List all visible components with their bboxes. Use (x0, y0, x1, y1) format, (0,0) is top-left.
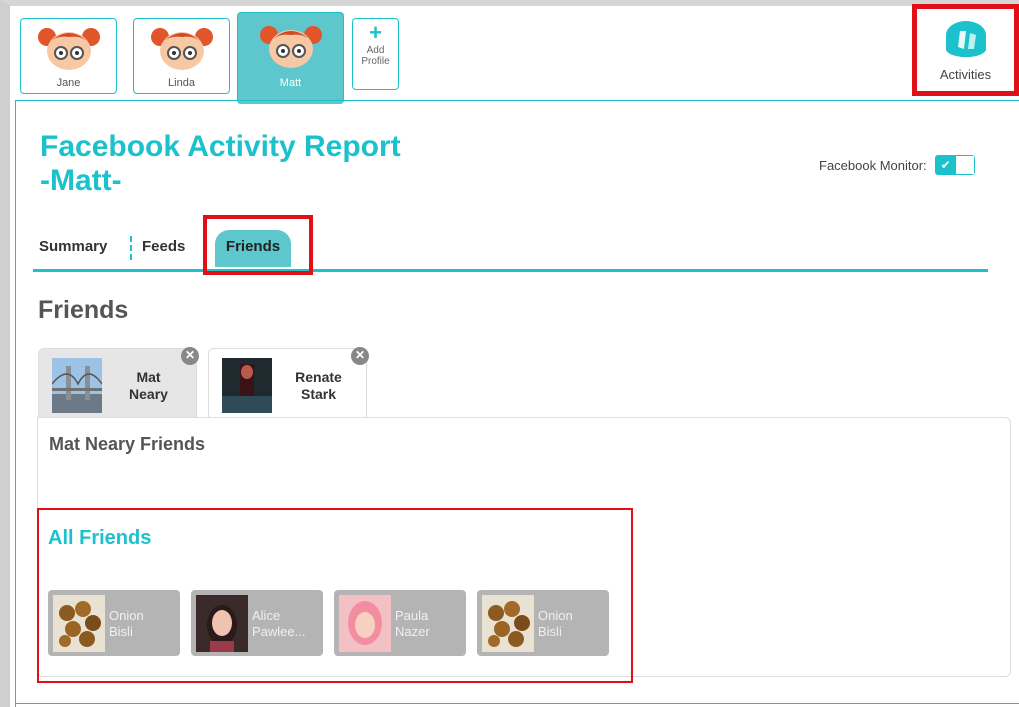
close-icon[interactable]: ✕ (181, 347, 199, 365)
tab-summary[interactable]: Summary (39, 238, 107, 255)
person-first-name: Mat (136, 369, 161, 385)
facebook-monitor-label: Facebook Monitor: (819, 157, 927, 173)
person-name: Renate Stark (279, 369, 358, 403)
child-avatar-icon (37, 28, 100, 70)
tab-divider (130, 236, 132, 260)
person-tab-renate-stark[interactable]: Renate Stark ✕ (208, 347, 369, 418)
toggle-track (955, 156, 974, 174)
child-avatar-icon (150, 28, 213, 70)
profile-tab-jane[interactable]: Jane (20, 18, 117, 94)
child-avatar-icon (259, 26, 322, 68)
friend-card[interactable]: Onion Bisli (48, 590, 180, 656)
add-profile-button[interactable]: + Add Profile (352, 18, 399, 90)
person-first-name: Renate (295, 369, 342, 385)
facebook-monitor: Facebook Monitor: ✔ (819, 155, 975, 175)
facebook-monitor-toggle[interactable]: ✔ (934, 155, 975, 175)
friend-name: Onion Bisli (109, 608, 175, 640)
friends-tab-highlight (203, 215, 313, 275)
check-icon: ✔ (935, 156, 956, 174)
food-photo (482, 595, 534, 652)
friend-card[interactable]: Alice Pawlee... (191, 590, 323, 656)
page-title-line-1: Facebook Activity Report (40, 130, 401, 163)
add-profile-label-1: Add (366, 45, 385, 56)
activities-label: Activities (939, 67, 992, 82)
profile-tab-matt[interactable]: Matt (237, 12, 344, 104)
bridge-photo (52, 358, 102, 413)
page-title-line-2: -Matt- (40, 164, 122, 197)
person-tab-mat-neary[interactable]: Mat Neary ✕ (38, 347, 199, 418)
food-photo (53, 595, 105, 652)
person-photo (196, 595, 248, 652)
person-photo (339, 595, 391, 652)
bottom-border (15, 703, 1019, 704)
person-name: Mat Neary (109, 369, 188, 403)
page-title: Facebook Activity Report -Matt- (40, 130, 401, 198)
activities-button[interactable]: Activities (912, 4, 1019, 96)
profile-name: Matt (279, 77, 302, 89)
report-tabs: Summary Feeds Friends (33, 222, 988, 272)
plus-icon: + (369, 20, 382, 45)
friend-last-name: Bisli (538, 624, 562, 639)
profile-bar: Jane Linda Matt + Add Profile (10, 10, 1019, 104)
friend-first-name: Onion (538, 608, 573, 623)
panel-title: Mat Neary Friends (49, 434, 206, 454)
profile-name: Linda (168, 77, 195, 89)
friend-first-name: Paula (395, 608, 429, 623)
person-last-name: Neary (129, 386, 168, 402)
person-last-name: Stark (300, 386, 337, 402)
friend-first-name: Alice (252, 608, 281, 623)
friend-card[interactable]: Paula Nazer (334, 590, 466, 656)
friend-first-name: Onion (109, 608, 144, 623)
add-profile-label-2: Profile (361, 56, 390, 67)
close-icon[interactable]: ✕ (351, 347, 369, 365)
friend-card[interactable]: Onion Bisli (477, 590, 609, 656)
friend-name: Paula Nazer (395, 608, 461, 640)
friend-last-name: Bisli (109, 624, 133, 639)
profile-tab-linda[interactable]: Linda (133, 18, 230, 94)
tab-feeds[interactable]: Feeds (142, 238, 185, 255)
activities-icon (945, 21, 986, 57)
friend-name: Alice Pawlee... (252, 608, 318, 640)
section-heading: Friends (38, 296, 129, 324)
profile-name: Jane (56, 77, 81, 89)
friend-last-name: Pawlee... (252, 624, 306, 639)
friend-name: Onion Bisli (538, 608, 604, 640)
person-photo (222, 358, 272, 413)
all-friends-title: All Friends (48, 527, 152, 549)
friend-last-name: Nazer (395, 624, 430, 639)
